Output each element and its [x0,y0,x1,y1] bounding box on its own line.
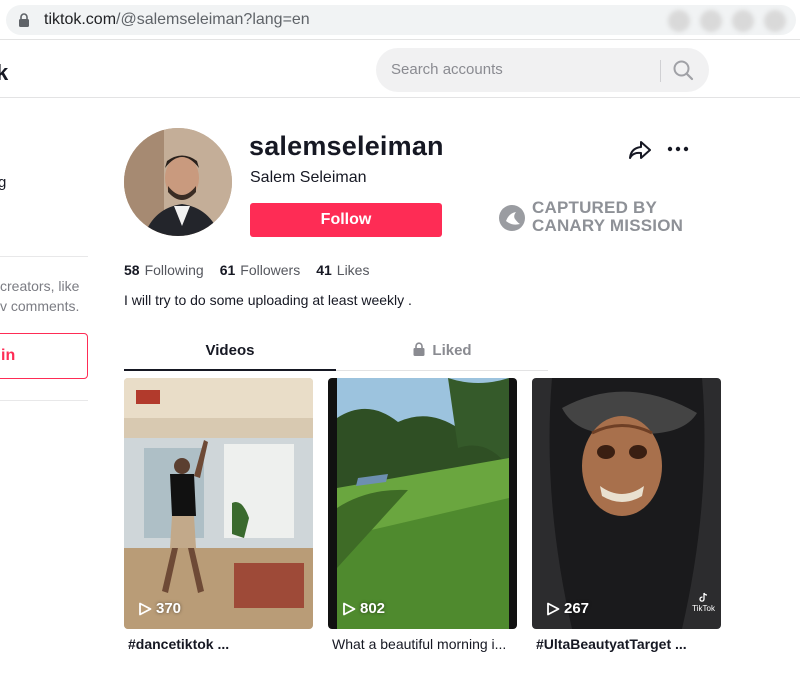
sidebar-divider [0,400,88,401]
tiktok-logo[interactable]: k [0,60,8,86]
canary-mission-watermark: CAPTURED BY CANARY MISSION [498,199,698,239]
video-view-count: 267 [546,600,589,617]
watermark-line1: CAPTURED BY [532,198,657,217]
sidebar-login-prompt: creators, like v comments. [0,278,80,314]
login-button[interactable]: in [0,333,88,379]
profile-tabs: Videos Liked [124,336,548,371]
browser-url-bar[interactable]: tiktok.com/@salemseleiman?lang=en [0,0,800,40]
following-stat[interactable]: 58 Following [124,262,204,278]
tab-liked[interactable]: Liked [336,336,548,370]
tiktok-watermark: TikTok [692,592,715,613]
video-view-count: 802 [342,600,385,617]
url-path: /@salemseleiman?lang=en [116,11,310,28]
follow-button[interactable]: Follow [250,203,442,237]
more-options-icon[interactable] [667,140,689,158]
video-thumbnail [124,378,313,629]
active-tab-indicator [124,369,336,371]
lock-icon [19,13,29,27]
play-icon [139,602,152,615]
play-icon [343,602,356,615]
video-caption[interactable]: #dancetiktok ... [128,636,318,652]
canary-logo-icon [499,205,525,231]
profile-stats: 58 Following 61 Followers 41 Likes [124,262,369,278]
url-host: tiktok.com [44,11,117,28]
video-view-count: 370 [138,600,181,617]
play-icon [547,602,560,615]
site-header: k Search accounts [0,40,800,98]
video-card-1[interactable]: 370 [124,378,313,629]
likes-stat: 41 Likes [316,262,370,278]
search-input[interactable]: Search accounts [391,61,503,78]
search-icon[interactable] [672,59,694,81]
video-card-3[interactable]: 267 TikTok [532,378,721,629]
search-bar[interactable]: Search accounts [376,48,709,92]
username: salemseleiman [249,131,444,161]
lock-icon [413,342,425,356]
video-caption[interactable]: What a beautiful morning i... [332,636,522,652]
browser-extension-icons[interactable] [636,10,786,32]
profile-bio: I will try to do some uploading at least… [124,292,412,308]
followers-stat[interactable]: 61 Followers [220,262,300,278]
video-card-2[interactable]: 802 [328,378,517,629]
avatar [124,128,232,236]
sidebar-item-following[interactable]: g [0,174,6,191]
sidebar-divider [0,256,88,257]
url-text[interactable]: tiktok.com/@salemseleiman?lang=en [44,11,310,29]
search-divider [660,60,661,82]
video-caption[interactable]: #UltaBeautyatTarget ... [536,636,726,652]
tab-videos[interactable]: Videos [124,336,336,370]
share-icon[interactable] [628,139,652,161]
display-name: Salem Seleiman [250,169,367,186]
video-thumbnail [328,378,517,629]
watermark-line2: CANARY MISSION [532,216,684,235]
tiktok-note-icon [698,592,707,602]
